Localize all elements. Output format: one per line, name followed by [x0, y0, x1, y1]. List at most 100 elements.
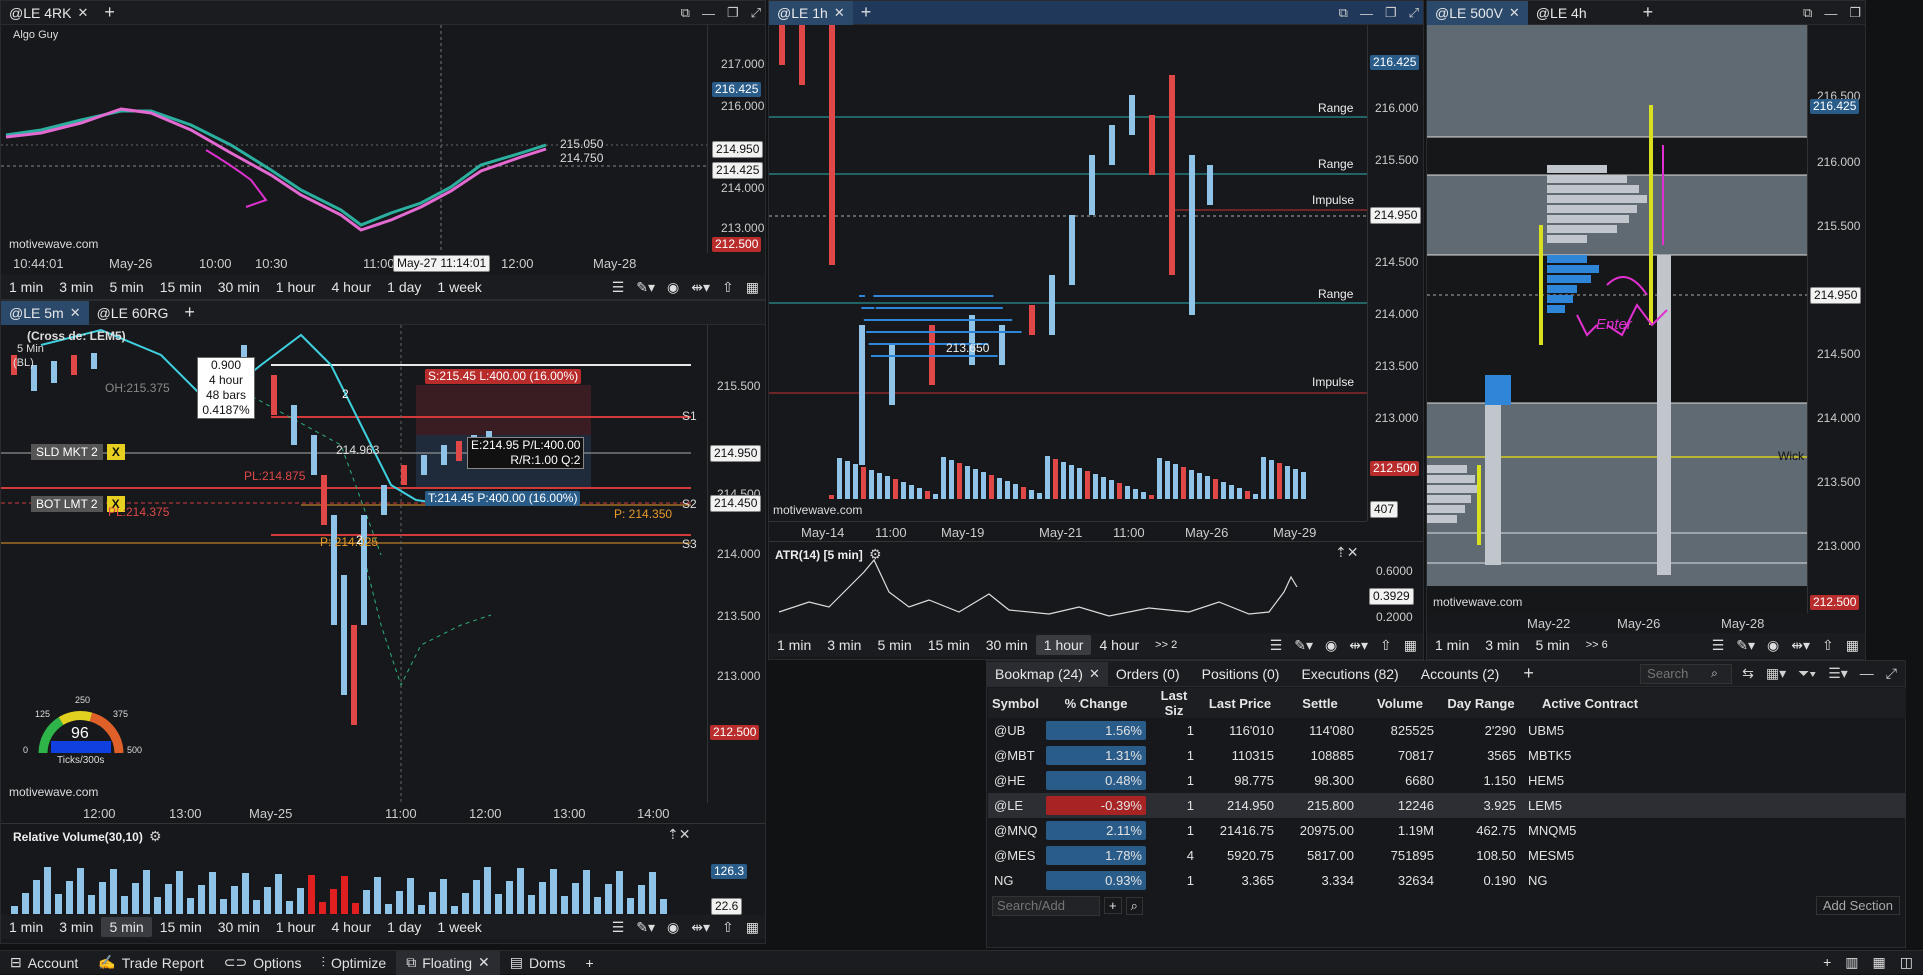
minimize-icon[interactable]: — [1360, 6, 1373, 21]
tf-3min[interactable]: 3 min [51, 277, 101, 297]
range-icon[interactable]: ⇹▾ [691, 279, 710, 296]
col-day-range[interactable]: Day Range [1440, 688, 1522, 718]
tf-1min[interactable]: 1 min [1, 917, 51, 937]
tf-1day[interactable]: 1 day [379, 277, 429, 297]
menu-icon[interactable]: ☰▾ [1828, 665, 1848, 682]
add-tab-icon[interactable]: + [1515, 663, 1542, 684]
minimize-icon[interactable]: — [1860, 665, 1874, 682]
table-row[interactable]: NG 0.93% 1 3.365 3.334 32634 0.190 NG [988, 868, 1906, 893]
col-change[interactable]: % Change [1044, 688, 1148, 718]
add-tab-icon[interactable]: + [176, 302, 203, 323]
add-tab-icon[interactable]: + [576, 951, 604, 975]
calendar-icon[interactable]: ▦ [746, 279, 759, 296]
tf-15min[interactable]: 15 min [152, 917, 210, 937]
range-icon[interactable]: ⇹▾ [691, 919, 710, 936]
table-row[interactable]: @LE -0.39% 1 214.950 215.800 12246 3.925 LEM5 [988, 793, 1906, 818]
split-icon[interactable]: ◫ [1900, 954, 1913, 971]
tab-doms[interactable]: ▤ Doms [500, 951, 576, 975]
close-icon[interactable]: ✕ [77, 1, 88, 25]
tf-1hour[interactable]: 1 hour [268, 277, 324, 297]
tf-15min[interactable]: 15 min [152, 277, 210, 297]
tab-optimize[interactable]: ⫶ Optimize [311, 951, 396, 975]
lookup-icon[interactable]: ⌕ [1125, 896, 1143, 915]
tf-1week[interactable]: 1 week [429, 277, 489, 297]
tf-1week[interactable]: 1 week [429, 917, 489, 937]
tf-more[interactable]: >> 6 [1578, 635, 1616, 655]
draw-tools-icon[interactable]: ✎▾ [636, 279, 655, 296]
col-settle[interactable]: Settle [1280, 688, 1360, 718]
calendar-icon[interactable]: ▦ [1404, 637, 1417, 654]
price-chart[interactable]: Range Range Impulse Range Impulse 213.65… [769, 25, 1367, 521]
search-box[interactable]: ⌕ [1640, 663, 1733, 684]
maximize-icon[interactable]: ⤢ [1886, 665, 1897, 682]
tf-15min[interactable]: 15 min [920, 635, 978, 655]
relative-volume-pane[interactable]: Relative Volume(30,10) ⚙ ⇡✕ 126.3 22.6 [1, 823, 765, 915]
table-row[interactable]: @UB 1.56% 1 116'010 114'080 825525 2'290 UBM5 [988, 718, 1906, 743]
tab-executions[interactable]: Executions (82) [1293, 662, 1406, 686]
price-chart[interactable]: Algo Guy motivewave.com 215.050 214.750 [1, 25, 765, 253]
tf-1day[interactable]: 1 day [379, 917, 429, 937]
tab-le-500v[interactable]: @LE 500V ✕ [1427, 1, 1528, 25]
search-add-box[interactable]: + ⌕ [992, 895, 1144, 916]
tab-account[interactable]: ⊟ Account [0, 951, 88, 975]
tab-le-4h[interactable]: @LE 4h [1528, 1, 1595, 25]
restore-icon[interactable]: ❐ [727, 5, 739, 21]
tf-1hour[interactable]: 1 hour [1035, 635, 1092, 655]
col-symbol[interactable]: Symbol [988, 688, 1044, 718]
search-icon[interactable]: ⌕ [1711, 666, 1718, 681]
tf-5min[interactable]: 5 min [869, 635, 919, 655]
list-icon[interactable]: ☰ [1270, 637, 1283, 654]
trade-icon[interactable]: ⇧ [1822, 637, 1834, 654]
tf-1hour[interactable]: 1 hour [268, 917, 324, 937]
collapse-icon[interactable]: ⇡✕ [667, 826, 690, 843]
eye-icon[interactable]: ◉ [1767, 637, 1779, 654]
minimize-icon[interactable]: — [1824, 6, 1837, 21]
grid-icon[interactable]: ▦▾ [1766, 665, 1786, 682]
sld-order-tag[interactable]: SLD MKT 2 X [31, 444, 125, 460]
stop-label[interactable]: S:215.45 L:400.00 (16.00%) [425, 369, 582, 384]
tf-3min[interactable]: 3 min [51, 917, 101, 937]
add-symbol-icon[interactable]: + [1104, 897, 1122, 914]
tf-4hour[interactable]: 4 hour [1091, 635, 1147, 655]
tf-30min[interactable]: 30 min [210, 917, 268, 937]
restore-icon[interactable]: ❐ [1849, 5, 1861, 21]
tf-3min[interactable]: 3 min [819, 635, 869, 655]
tf-more[interactable]: >> 2 [1147, 635, 1185, 655]
calendar-icon[interactable]: ▦ [746, 919, 759, 936]
tab-trade-report[interactable]: ✍ Trade Report [88, 951, 213, 975]
popout-icon[interactable]: ⧉ [1339, 5, 1348, 21]
tf-5min[interactable]: 5 min [101, 277, 151, 297]
layout-icon[interactable]: ▥ [1845, 954, 1858, 971]
table-row[interactable]: @MBT 1.31% 1 110315 108885 70817 3565 MBTK5 [988, 743, 1906, 768]
list-icon[interactable]: ☰ [612, 919, 625, 936]
search-input[interactable] [1647, 666, 1712, 681]
tab-positions[interactable]: Positions (0) [1194, 662, 1288, 686]
tf-3min[interactable]: 3 min [1477, 635, 1527, 655]
draw-tools-icon[interactable]: ✎▾ [1294, 637, 1313, 654]
close-icon[interactable]: ✕ [478, 954, 490, 971]
tab-options[interactable]: ⊂⊃ Options [214, 951, 312, 975]
tab-le-60rg[interactable]: @LE 60RG [89, 301, 177, 325]
eye-icon[interactable]: ◉ [667, 279, 679, 296]
atr-pane[interactable]: ATR(14) [5 min] ⚙ ⇡✕ 0.6000 0.3929 0.200… [769, 541, 1423, 633]
popout-icon[interactable]: ⧉ [1803, 5, 1812, 21]
list-icon[interactable]: ☰ [1712, 637, 1725, 654]
trade-icon[interactable]: ⇧ [722, 279, 734, 296]
add-section-button[interactable]: Add Section [1815, 896, 1900, 915]
tf-1min[interactable]: 1 min [1, 277, 51, 297]
target-label[interactable]: T:214.45 P:400.00 (16.00%) [425, 491, 581, 506]
table-row[interactable]: @MNQ 2.11% 1 21416.75 20975.00 1.19M 462.75 MNQ… [988, 818, 1906, 843]
eye-icon[interactable]: ◉ [667, 919, 679, 936]
calendar-icon[interactable]: ▦ [1846, 637, 1859, 654]
add-tab-icon[interactable]: + [96, 2, 123, 23]
maximize-icon[interactable]: ⤢ [751, 5, 761, 21]
table-row[interactable]: @HE 0.48% 1 98.775 98.300 6680 1.150 HEM5 [988, 768, 1906, 793]
maximize-icon[interactable]: ⤢ [1409, 5, 1419, 21]
tab-le-4rk[interactable]: @LE 4RK ✕ [1, 1, 96, 25]
link-icon[interactable]: ⇆ [1742, 665, 1754, 682]
tf-1min[interactable]: 1 min [1427, 635, 1477, 655]
trade-icon[interactable]: ⇧ [722, 919, 734, 936]
add-tab-icon[interactable]: + [853, 2, 880, 23]
range-icon[interactable]: ⇹▾ [1349, 637, 1368, 654]
tab-le-1h[interactable]: @LE 1h ✕ [769, 1, 853, 25]
